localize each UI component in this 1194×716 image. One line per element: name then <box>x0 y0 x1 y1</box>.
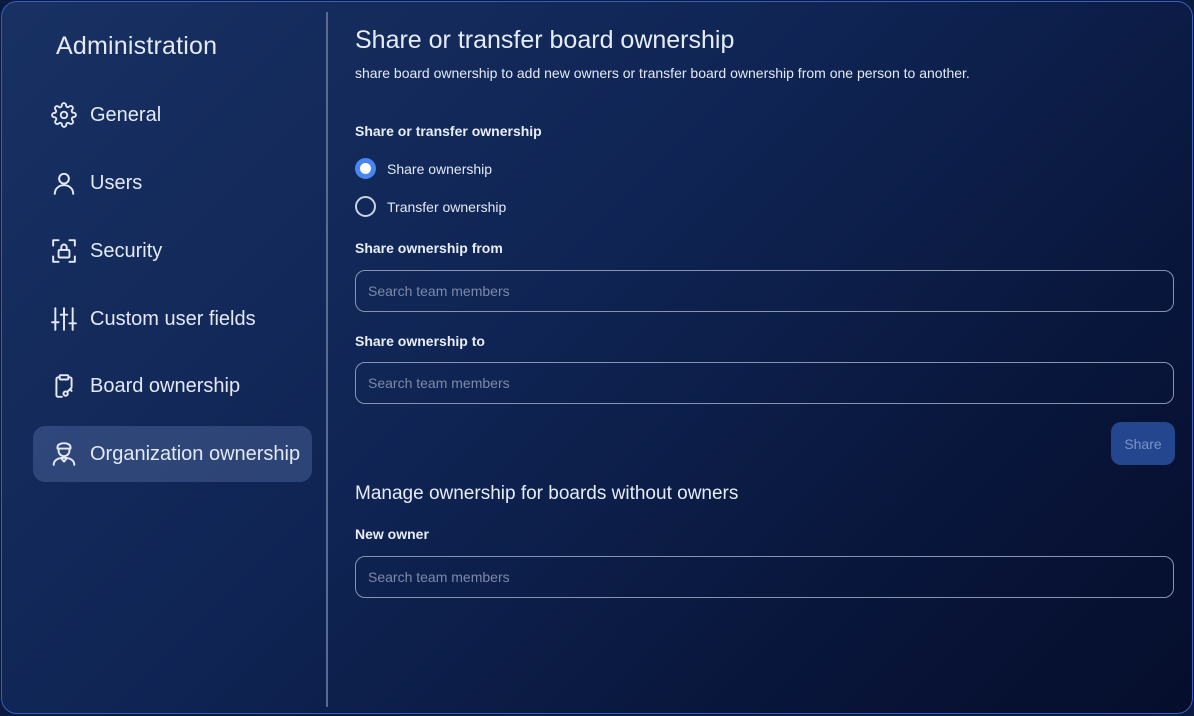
sidebar-divider <box>326 12 328 707</box>
sidebar-item-security[interactable]: Security <box>33 223 312 279</box>
transfer-ownership-option[interactable]: Transfer ownership <box>355 196 506 217</box>
sidebar-item-organization-ownership[interactable]: Organization ownership <box>33 426 312 482</box>
page-subtitle: share board ownership to add new owners … <box>355 65 970 81</box>
share-to-label: Share ownership to <box>355 333 485 349</box>
sidebar-item-custom-user-fields[interactable]: Custom user fields <box>33 291 312 347</box>
sidebar-item-board-ownership[interactable]: Board ownership <box>33 358 312 414</box>
clipboard-key-icon <box>51 373 77 399</box>
share-button[interactable]: Share <box>1111 422 1175 465</box>
sidebar-item-users[interactable]: Users <box>33 155 312 211</box>
sidebar-item-label: Board ownership <box>90 374 241 397</box>
transfer-ownership-radio[interactable] <box>355 196 376 217</box>
manage-ownership-title: Manage ownership for boards without owne… <box>355 483 739 504</box>
user-icon <box>51 170 77 196</box>
admin-window: Administration General Users Security Cu… <box>1 1 1193 714</box>
person-badge-icon <box>51 441 77 467</box>
share-to-search-input[interactable] <box>355 362 1174 404</box>
sliders-icon <box>51 306 77 332</box>
sidebar-item-label: General <box>90 103 162 126</box>
new-owner-label: New owner <box>355 526 429 542</box>
share-ownership-option[interactable]: Share ownership <box>355 158 492 179</box>
share-ownership-label: Share ownership <box>387 160 493 177</box>
transfer-ownership-label: Transfer ownership <box>387 198 507 215</box>
share-ownership-radio[interactable] <box>355 158 376 179</box>
ownership-mode-label: Share or transfer ownership <box>355 123 542 139</box>
lock-icon <box>51 238 77 264</box>
share-from-search-input[interactable] <box>355 270 1174 312</box>
sidebar-item-label: Security <box>90 239 163 262</box>
gear-icon <box>51 102 77 128</box>
share-from-label: Share ownership from <box>355 240 503 256</box>
sidebar-item-label: Custom user fields <box>90 307 256 330</box>
sidebar-item-label: Users <box>90 171 143 194</box>
sidebar: Administration General Users Security Cu… <box>2 2 327 713</box>
sidebar-item-label: Organization ownership <box>90 442 301 465</box>
sidebar-item-general[interactable]: General <box>33 87 312 143</box>
page-title: Share or transfer board ownership <box>355 26 735 54</box>
new-owner-search-input[interactable] <box>355 556 1174 598</box>
sidebar-title: Administration <box>56 32 218 60</box>
